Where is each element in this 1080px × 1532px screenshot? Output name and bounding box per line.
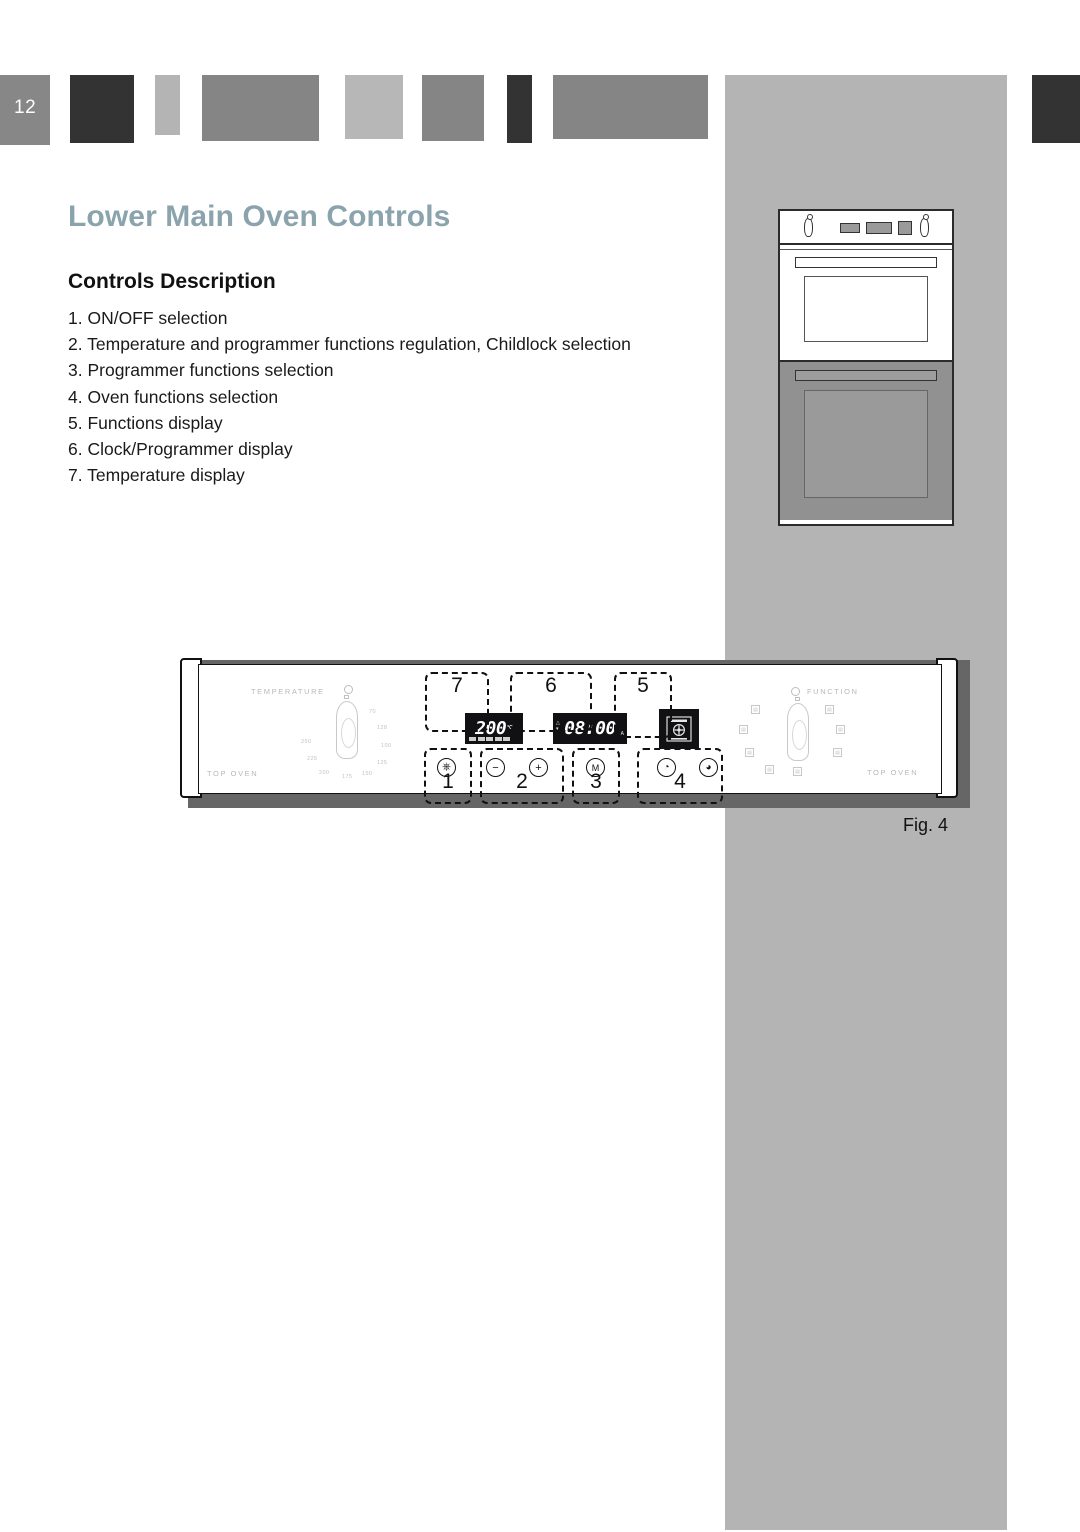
callout-number-6: 6 — [545, 674, 557, 697]
block-6 — [422, 75, 484, 141]
temperature-knob[interactable] — [336, 701, 358, 759]
function-knob-pointer — [795, 697, 800, 701]
oven-upper-window — [804, 276, 928, 342]
description-item-5: 5. Functions display — [68, 412, 223, 433]
oven-display-3 — [898, 221, 912, 235]
function-icon-4: ▤ — [765, 765, 774, 774]
block-8 — [553, 75, 708, 139]
oven-lower-cavity — [780, 362, 952, 520]
temp-mark-128: 128 — [377, 725, 388, 731]
function-icon-8: ▤ — [833, 748, 842, 757]
temp-mark-150: 150 — [362, 771, 373, 777]
temp-mark-200: 200 — [319, 770, 330, 776]
function-icon-2: ▤ — [739, 725, 748, 734]
temp-mark-100: 100 — [381, 743, 392, 749]
function-led — [791, 687, 800, 696]
temp-mark-125: 125 — [377, 760, 388, 766]
page-number: 12 — [14, 97, 37, 118]
block-10 — [1032, 75, 1080, 143]
callout-number-2: 2 — [516, 770, 528, 793]
description-item-2: 2. Temperature and programmer functions … — [68, 334, 631, 355]
description-item-1: 1. ON/OFF selection — [68, 308, 228, 328]
oven-control-panel-strip — [780, 211, 952, 245]
temperature-knob-pointer — [344, 695, 349, 699]
callout-number-1: 1 — [442, 770, 454, 793]
oven-upper-cavity — [780, 250, 952, 362]
control-panel-figure: TEMPERATURE 70 128 100 125 150 175 200 2… — [180, 650, 970, 810]
temperature-bargraph — [469, 737, 510, 741]
callout-number-4: 4 — [674, 770, 686, 793]
oven-upper-handle — [795, 257, 937, 268]
section-subtitle: Controls Description — [68, 270, 276, 293]
block-4 — [202, 75, 319, 141]
oven-lower-window — [804, 390, 928, 498]
function-label: FUNCTION — [807, 687, 859, 696]
callout-number-7: 7 — [451, 674, 463, 697]
block-7 — [507, 75, 532, 143]
oven-knob-left — [804, 214, 813, 237]
oven-display-2 — [866, 222, 892, 234]
function-icon-1: ▤ — [751, 705, 760, 714]
page-root: 12 Lower Main Oven Controls Controls Des… — [0, 0, 1080, 1532]
description-item-7: 7. Temperature display — [68, 465, 245, 486]
description-item-6: 6. Clock/Programmer display — [68, 439, 293, 460]
block-5 — [345, 75, 403, 139]
description-item-3: 3. Programmer functions selection — [68, 360, 334, 381]
figure-label: Fig. 4 — [903, 815, 949, 835]
function-icon-7: ▤ — [836, 725, 845, 734]
function-icon-3: ▤ — [745, 748, 754, 757]
function-icon-5: ▤ — [793, 767, 802, 776]
function-icon-6: ▤ — [825, 705, 834, 714]
temperature-led — [344, 685, 353, 694]
temp-mark-225: 225 — [307, 756, 318, 762]
temp-mark-70: 70 — [369, 709, 376, 715]
temperature-label: TEMPERATURE — [251, 687, 325, 696]
page-title: Lower Main Oven Controls — [68, 200, 451, 233]
function-knob[interactable] — [787, 703, 809, 761]
top-oven-label-right: TOP OVEN — [867, 768, 919, 777]
callout-number-5: 5 — [637, 674, 649, 697]
block-3 — [155, 75, 180, 135]
callout-number-3: 3 — [590, 770, 602, 793]
oven-knob-right — [920, 214, 929, 237]
oven-lower-handle — [795, 370, 937, 381]
oven-display-1 — [840, 223, 860, 233]
description-item-4: 4. Oven functions selection — [68, 386, 279, 407]
temp-mark-175: 175 — [342, 774, 353, 780]
block-2 — [70, 75, 134, 143]
top-oven-label-left: TOP OVEN — [207, 769, 259, 778]
controls-description-list: 1. ON/OFF selection 2. Temperature and pr… — [68, 305, 708, 488]
temp-mark-250: 250 — [301, 739, 312, 745]
oven-illustration — [778, 209, 954, 526]
